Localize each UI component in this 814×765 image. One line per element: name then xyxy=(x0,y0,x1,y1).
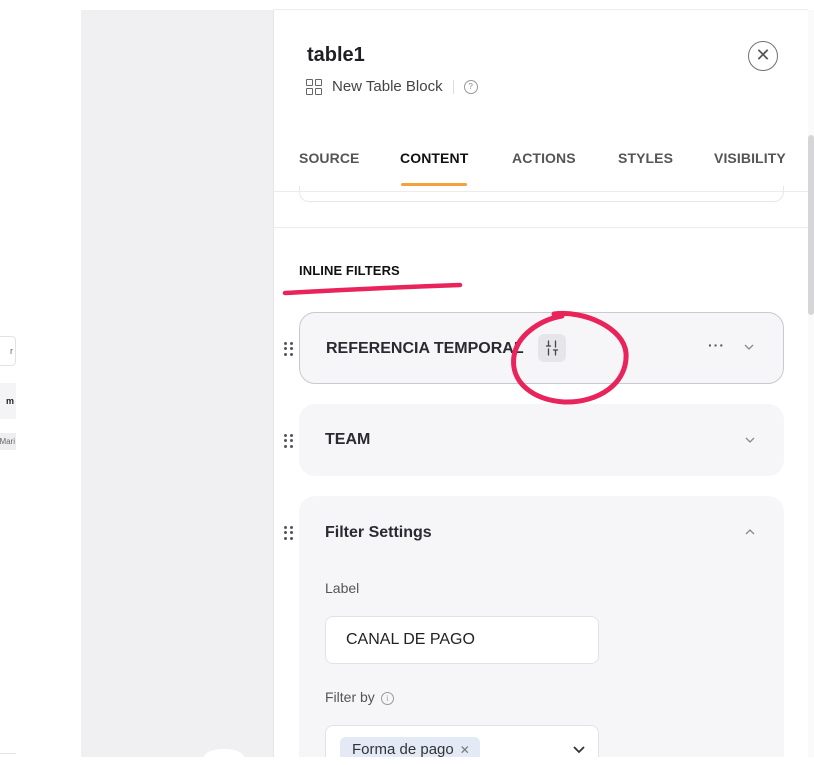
canvas-handle[interactable] xyxy=(204,749,244,765)
close-button[interactable]: ✕ xyxy=(748,41,778,71)
scrollbar-track[interactable] xyxy=(808,10,814,757)
filter-title: REFERENCIA TEMPORAL xyxy=(326,340,524,357)
chevron-down-icon[interactable] xyxy=(745,435,755,445)
section-title: INLINE FILTERS xyxy=(299,263,400,278)
divider xyxy=(274,227,809,228)
block-subtitle-row: New Table Block ? xyxy=(306,78,478,95)
filter-title: TEAM xyxy=(325,431,371,448)
partial-table-header-cell: m xyxy=(0,383,16,419)
annotation-underline xyxy=(282,282,463,296)
filter-by-caption: Filter by xyxy=(325,689,375,705)
drag-handle-icon[interactable] xyxy=(284,526,294,540)
tab-bar: SOURCE CONTENT ACTIONS STYLES VISIBILITY xyxy=(274,150,809,192)
label-caption: Label xyxy=(325,580,360,596)
selected-chip: Forma de pago ✕ xyxy=(340,737,480,757)
partial-tag: Mari xyxy=(0,433,16,450)
tab-visibility[interactable]: VISIBILITY xyxy=(714,150,786,166)
grid-icon xyxy=(306,78,322,95)
chevron-down-icon[interactable] xyxy=(744,342,754,352)
filter-title: Filter Settings xyxy=(325,524,432,541)
annotation-circle xyxy=(511,310,629,405)
chevron-up-icon[interactable] xyxy=(745,527,755,537)
label-input[interactable]: CANAL DE PAGO xyxy=(325,616,599,664)
label-input-value: CANAL DE PAGO xyxy=(346,631,475,648)
filter-card-settings: Filter Settings Label CANAL DE PAGO Filt… xyxy=(299,496,784,757)
filter-by-caption-row: Filter by i xyxy=(325,689,394,705)
close-icon: ✕ xyxy=(755,45,771,65)
remove-chip-icon[interactable]: ✕ xyxy=(460,743,470,757)
drag-handle-icon[interactable] xyxy=(284,342,294,356)
partial-input-text: r xyxy=(10,346,13,356)
partial-cell-text: m xyxy=(5,396,14,406)
app-canvas-left: r m Mari xyxy=(0,0,81,757)
divider xyxy=(274,191,809,192)
filter-by-select[interactable]: Forma de pago ✕ xyxy=(325,725,599,757)
more-icon[interactable]: ··· xyxy=(708,337,725,353)
tab-source[interactable]: SOURCE xyxy=(299,150,360,166)
active-tab-indicator xyxy=(401,183,467,186)
canvas-background xyxy=(81,10,273,757)
tab-actions[interactable]: ACTIONS xyxy=(512,150,576,166)
block-type-label: New Table Block xyxy=(332,78,443,95)
drag-handle-icon[interactable] xyxy=(284,434,294,448)
tab-content[interactable]: CONTENT xyxy=(400,150,468,166)
info-icon[interactable]: i xyxy=(380,692,394,705)
block-title: table1 xyxy=(307,44,365,66)
partial-tag-text: Mari xyxy=(0,437,15,446)
partial-input[interactable]: r xyxy=(0,336,16,366)
divider xyxy=(0,753,16,754)
tab-styles[interactable]: STYLES xyxy=(618,150,673,166)
filter-card-team[interactable]: TEAM xyxy=(299,404,784,476)
properties-panel: table1 New Table Block ? ✕ SOURCE CONTEN… xyxy=(273,10,809,757)
help-icon[interactable]: ? xyxy=(463,79,478,94)
chevron-down-icon[interactable] xyxy=(572,745,586,755)
divider xyxy=(452,79,454,94)
chip-label: Forma de pago xyxy=(352,741,454,757)
scrollbar-thumb[interactable] xyxy=(808,135,814,315)
